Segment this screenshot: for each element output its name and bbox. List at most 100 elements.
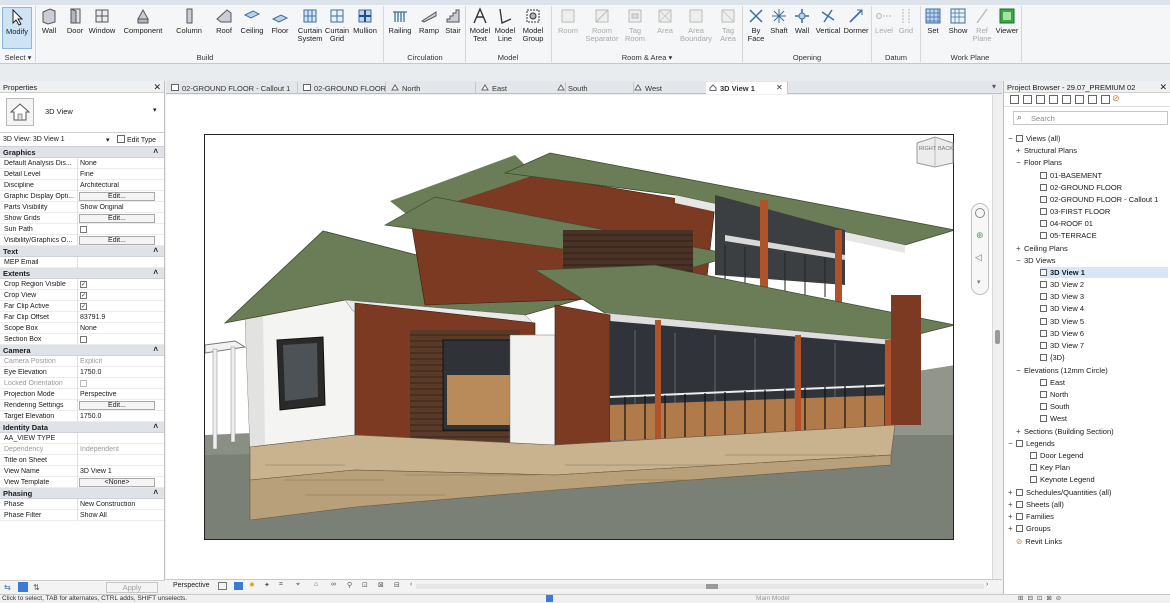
prop-discipline[interactable]: Discipline Architectural [0,180,164,191]
collapse-icon[interactable]: ˄ [153,422,158,431]
crop-view-icon[interactable]: ⌗ [279,581,283,589]
group-icon[interactable]: ⇅ [33,583,40,592]
prop-graphic-display[interactable]: Graphic Display Opti... Edit... [0,191,164,202]
category-text[interactable]: Text ˄ [0,246,164,257]
crop-view-checkbox[interactable]: ✓ [80,292,87,299]
prop-view-name[interactable]: View Name 3D View 1 [0,466,164,477]
prop-target-elevation[interactable]: Target Elevation 1750.0 [0,411,164,422]
mullion-button[interactable]: Mullion [351,7,379,49]
category-extents[interactable]: Extents ˄ [0,268,164,279]
tree-item-3d-view-2[interactable]: 3D View 2 [1040,279,1084,290]
project-browser-search[interactable]: ⌕ Search [1013,111,1168,125]
views-icon[interactable] [1088,95,1097,104]
tree-item-south[interactable]: South [1040,401,1070,412]
prop-mep-email[interactable]: MEP Email [0,257,164,268]
roof-button[interactable]: Roof [212,7,236,49]
viewcube-back-face[interactable]: BACK [938,146,953,152]
wall-button[interactable]: Wall [38,7,60,49]
temp-hide-icon[interactable]: ∞ [331,581,336,588]
tree-item-north[interactable]: North [1040,389,1068,400]
collapse-icon[interactable]: ˄ [153,488,158,497]
tab-ground-floor-callout[interactable]: 02-GROUND FLOOR - Callout 1 [168,82,298,94]
ceiling-button[interactable]: Ceiling [238,7,266,49]
select-group-label[interactable]: Select ▾ [2,53,34,62]
tree-item-3d-view-4[interactable]: 3D View 4 [1040,303,1084,314]
prop-default-analysis[interactable]: Default Analysis Dis... None [0,158,164,169]
prop-parts-visibility[interactable]: Parts Visibility Show Original [0,202,164,213]
show-crop-icon[interactable]: ⌖ [296,581,300,589]
area-boundary-button[interactable]: Area Boundary [679,7,713,49]
tab-north[interactable]: North [388,82,476,94]
tree-item-3d-view-7[interactable]: 3D View 7 [1040,340,1084,351]
tab-ground-floor[interactable]: 02-GROUND FLOOR [300,82,386,94]
visual-style-icon[interactable] [218,582,227,590]
worksets-icon[interactable] [546,595,553,602]
tree-structural-plans[interactable]: + Structural Plans [1016,145,1077,156]
room-button[interactable]: Room [556,7,580,49]
door-button[interactable]: Door [63,7,87,49]
category-phasing[interactable]: Phasing ˄ [0,488,164,499]
tree-views-all[interactable]: − Views (all) [1008,133,1060,144]
shaft-button[interactable]: Shaft [768,7,790,49]
type-selector[interactable]: 3D View ▾ [0,93,164,133]
tree-item-basement[interactable]: 01-BASEMENT [1040,170,1102,181]
reveal-hidden-icon[interactable]: ⚲ [347,581,352,589]
home-icon[interactable] [1010,95,1019,104]
tree-item-first-floor[interactable]: 03-FIRST FLOOR [1040,206,1110,217]
render-icon[interactable]: ✦ [264,581,270,589]
railing-button[interactable]: Railing [386,7,414,49]
constraints-icon[interactable]: ⊟ [394,581,400,589]
tree-item-3d-view-5[interactable]: 3D View 5 [1040,316,1084,327]
tree-schedules[interactable]: + Schedules/Quantities (all) [1008,487,1111,498]
tab-south[interactable]: South [554,82,634,94]
column-button[interactable]: Column [173,7,205,49]
projection-mode-label[interactable]: Perspective [173,582,210,589]
vertical-scrollbar[interactable] [992,95,1001,579]
set-work-plane-button[interactable]: Set [922,7,944,49]
sheets-icon[interactable] [1075,95,1084,104]
instance-filter[interactable]: 3D View: 3D View 1 ▾ Edit Type [0,133,164,147]
tree-ceiling-plans[interactable]: + Ceiling Plans [1016,243,1068,254]
chevron-down-icon[interactable]: ▾ [153,106,157,114]
prop-projection-mode[interactable]: Projection Mode Perspective [0,389,164,400]
crop-region[interactable] [204,134,954,540]
prop-eye-elevation[interactable]: Eye Elevation 1750.0 [0,367,164,378]
tree-item-door-legend[interactable]: Door Legend [1030,450,1083,461]
area-button[interactable]: Area [653,7,677,49]
tree-item-roof-01[interactable]: 04-ROOF 01 [1040,218,1093,229]
modify-button[interactable]: Modify [2,7,32,49]
links-icon[interactable]: ⊘ [1112,93,1120,104]
steering-wheel-icon[interactable] [975,208,985,218]
collapse-all-icon[interactable] [1062,95,1071,104]
sort-icon[interactable] [18,582,28,592]
prop-sun-path[interactable]: Sun Path [0,224,164,235]
tree-item-keynote-legend[interactable]: Keynote Legend [1030,474,1095,485]
model-line-button[interactable]: Model Line [493,7,517,49]
section-box-checkbox[interactable] [80,336,87,343]
window-button[interactable]: Window [87,7,117,49]
wall-opening-button[interactable]: Wall [792,7,812,49]
tab-3d-view-1[interactable]: 3D View 1 ✕ [706,82,788,94]
prop-visibility-graphics[interactable]: Visibility/Graphics O... Edit... [0,235,164,246]
view-template-button[interactable]: <None> [79,478,155,487]
edit-button[interactable]: Edit... [79,214,155,223]
tree-legends[interactable]: − Legends [1008,438,1055,449]
show-work-plane-button[interactable]: Show [946,7,970,49]
edit-button[interactable]: Edit... [79,401,155,410]
model-group-button[interactable]: Model Group [519,7,547,49]
tab-menu-icon[interactable]: ▾ [992,82,996,91]
viewcube-right-face[interactable]: RIGHT [919,146,936,152]
close-icon[interactable]: ✕ [153,82,161,93]
floor-button[interactable]: Floor [268,7,292,49]
curtain-system-button[interactable]: Curtain System [296,7,324,49]
chevron-down-icon[interactable]: ▾ [106,136,110,144]
far-clip-checkbox[interactable]: ✓ [80,303,87,310]
collapse-icon[interactable]: ˄ [153,246,158,255]
prop-show-grids[interactable]: Show Grids Edit... [0,213,164,224]
ribbon-tab-strip[interactable] [0,0,1170,5]
prop-phase-filter[interactable]: Phase Filter Show All [0,510,164,521]
category-identity-data[interactable]: Identity Data ˄ [0,422,164,433]
tree-item-west[interactable]: West [1040,413,1067,424]
tree-floor-plans[interactable]: − Floor Plans [1016,157,1062,168]
by-face-button[interactable]: By Face [745,7,767,49]
